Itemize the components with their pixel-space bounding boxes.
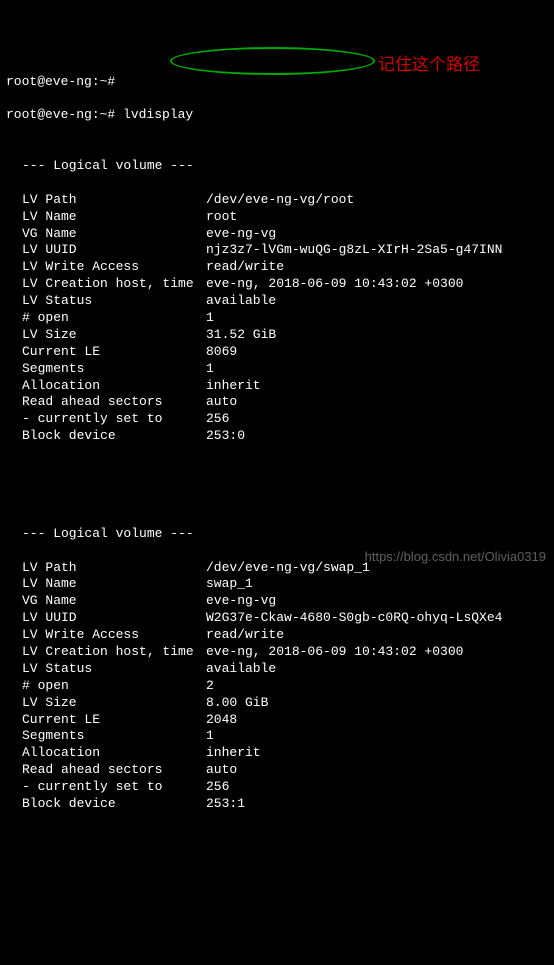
lv1-label: LV Size — [6, 327, 206, 344]
lv1-value: njz3z7-lVGm-wuQG-g8zL-XIrH-2Sa5-g47INN — [206, 242, 548, 259]
lv1-row: LV Creation host, timeeve-ng, 2018-06-09… — [6, 276, 548, 293]
lv1-row: Current LE8069 — [6, 344, 548, 361]
lv2-label: VG Name — [6, 593, 206, 610]
lv2-label: LV Write Access — [6, 627, 206, 644]
lv1-value: inherit — [206, 378, 548, 395]
lv2-value: read/write — [206, 627, 548, 644]
lv2-value: auto — [206, 762, 548, 779]
lv1-label: LV Path — [6, 192, 206, 209]
lv2-label: LV Name — [6, 576, 206, 593]
lv1-row: LV Size31.52 GiB — [6, 327, 548, 344]
lv2-row: LV Nameswap_1 — [6, 576, 548, 593]
lv2-row: LV Size8.00 GiB — [6, 695, 548, 712]
lv1-row: Segments1 — [6, 361, 548, 378]
lv1-label: LV UUID — [6, 242, 206, 259]
lv1-row: LV Path/dev/eve-ng-vg/root — [6, 192, 548, 209]
lv1-row: LV Write Accessread/write — [6, 259, 548, 276]
lv2-row: - currently set to256 — [6, 779, 548, 796]
lv1-value: available — [206, 293, 548, 310]
lv1-label: Block device — [6, 428, 206, 445]
lv2-value: W2G37e-Ckaw-4680-S0gb-c0RQ-ohyq-LsQXe4 — [206, 610, 548, 627]
lv2-row: LV Statusavailable — [6, 661, 548, 678]
lv1-row: LV Statusavailable — [6, 293, 548, 310]
lv2-label: LV Status — [6, 661, 206, 678]
lv2-label: Current LE — [6, 712, 206, 729]
lv2-value: 1 — [206, 728, 548, 745]
lv1-value: 1 — [206, 310, 548, 327]
lv2-value: eve-ng-vg — [206, 593, 548, 610]
lv2-label: Allocation — [6, 745, 206, 762]
lv1-label: LV Creation host, time — [6, 276, 206, 293]
lv2-label: Segments — [6, 728, 206, 745]
lv2-value: 256 — [206, 779, 548, 796]
lv2-row: Current LE2048 — [6, 712, 548, 729]
annotation-text: 记住这个路径 — [378, 54, 480, 76]
lv1-label: LV Status — [6, 293, 206, 310]
lv2-row: Segments1 — [6, 728, 548, 745]
lv1-row: # open1 — [6, 310, 548, 327]
lv1-row: Read ahead sectorsauto — [6, 394, 548, 411]
lv2-row: LV UUIDW2G37e-Ckaw-4680-S0gb-c0RQ-ohyq-L… — [6, 610, 548, 627]
lv2-row: # open2 — [6, 678, 548, 695]
lv2-value: 253:1 — [206, 796, 548, 813]
lv1-label: Current LE — [6, 344, 206, 361]
highlight-circle — [170, 47, 375, 75]
lv2-value: 2 — [206, 678, 548, 695]
lv2-label: Read ahead sectors — [6, 762, 206, 779]
lv2-label: Block device — [6, 796, 206, 813]
lv1-value: read/write — [206, 259, 548, 276]
lv2-value: inherit — [206, 745, 548, 762]
lv2-value: 8.00 GiB — [206, 695, 548, 712]
lv2-row: Block device253:1 — [6, 796, 548, 813]
lv1-value: /dev/eve-ng-vg/root — [206, 192, 548, 209]
lv1-value: auto — [206, 394, 548, 411]
lv2-row: Read ahead sectorsauto — [6, 762, 548, 779]
lv2-value: available — [206, 661, 548, 678]
lv1-label: Allocation — [6, 378, 206, 395]
lv1-row: LV Nameroot — [6, 209, 548, 226]
lv2-label: LV Size — [6, 695, 206, 712]
lv2-row: Allocationinherit — [6, 745, 548, 762]
lv2-row: VG Nameeve-ng-vg — [6, 593, 548, 610]
lv2-row: LV Creation host, timeeve-ng, 2018-06-09… — [6, 644, 548, 661]
lv1-value: 256 — [206, 411, 548, 428]
lv1-header: --- Logical volume --- — [6, 158, 548, 175]
lv2-label: # open — [6, 678, 206, 695]
lv1-label: LV Write Access — [6, 259, 206, 276]
lv2-row: LV Write Accessread/write — [6, 627, 548, 644]
lv2-value: 2048 — [206, 712, 548, 729]
lv1-value: 31.52 GiB — [206, 327, 548, 344]
lv1-label: - currently set to — [6, 411, 206, 428]
lv1-value: 253:0 — [206, 428, 548, 445]
lv1-value: 1 — [206, 361, 548, 378]
lv1-row: Block device253:0 — [6, 428, 548, 445]
lv2-label: LV UUID — [6, 610, 206, 627]
lv1-label: Read ahead sectors — [6, 394, 206, 411]
watermark-text: https://blog.csdn.net/Olivia0319 — [365, 549, 546, 566]
lv1-label: VG Name — [6, 226, 206, 243]
prompt-line-1: root@eve-ng:~# — [6, 74, 548, 91]
lv1-row: VG Nameeve-ng-vg — [6, 226, 548, 243]
lv2-header: --- Logical volume --- — [6, 526, 548, 543]
lv2-value: eve-ng, 2018-06-09 10:43:02 +0300 — [206, 644, 548, 661]
lv1-value: eve-ng-vg — [206, 226, 548, 243]
lv1-row: - currently set to256 — [6, 411, 548, 428]
lv2-label: LV Creation host, time — [6, 644, 206, 661]
lv1-row: LV UUIDnjz3z7-lVGm-wuQG-g8zL-XIrH-2Sa5-g… — [6, 242, 548, 259]
lv1-label: Segments — [6, 361, 206, 378]
lv1-label: # open — [6, 310, 206, 327]
lv1-value: eve-ng, 2018-06-09 10:43:02 +0300 — [206, 276, 548, 293]
lv2-value: swap_1 — [206, 576, 548, 593]
lv1-value: root — [206, 209, 548, 226]
prompt-line-2: root@eve-ng:~# lvdisplay — [6, 107, 548, 124]
lv1-row: Allocationinherit — [6, 378, 548, 395]
lv2-label: - currently set to — [6, 779, 206, 796]
lv1-value: 8069 — [206, 344, 548, 361]
lv1-label: LV Name — [6, 209, 206, 226]
